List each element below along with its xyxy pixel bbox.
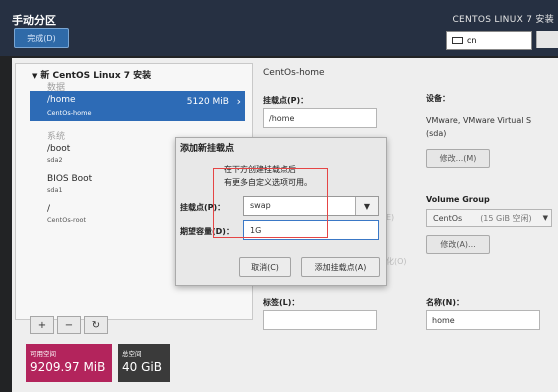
mount-device: sda1 — [47, 186, 63, 194]
dialog-title: 添加新挂载点 — [180, 144, 235, 154]
name-label: 名称(N)： — [426, 298, 465, 307]
mount-device: CentOs-home — [47, 109, 92, 117]
mount-point-field[interactable]: /home — [263, 108, 377, 128]
device-description: VMware, VMware Virtual S (sda) — [426, 114, 531, 140]
name-field[interactable]: home — [426, 310, 540, 330]
cancel-button[interactable]: 取消(C) — [239, 257, 291, 277]
list-item-boot[interactable]: /boot sda2 — [47, 144, 70, 164]
available-space-value: 9209.97 MiB — [30, 360, 106, 374]
mount-device: CentOs-root — [47, 216, 87, 224]
details-title: CentOs-home — [263, 68, 325, 78]
device-label: 设备： — [426, 94, 450, 103]
mount-name: /boot — [47, 144, 71, 154]
remove-mount-button[interactable]: − — [57, 316, 81, 334]
annotation-highlight-box — [213, 168, 328, 238]
volume-group-free: (15 GiB 空闲) — [480, 213, 532, 223]
device-desc-line-2: (sda) — [426, 129, 447, 138]
mount-name: BIOS Boot — [47, 174, 93, 184]
add-mount-point-button[interactable]: 添加挂载点(A) — [301, 257, 380, 277]
modify-device-button[interactable]: 修改...(M) — [426, 149, 490, 168]
mount-device: sda2 — [47, 156, 63, 164]
obscured-checkbox-label: 化(O) — [386, 257, 407, 266]
available-space-box: 可用空间 9209.97 MiB — [26, 344, 112, 382]
available-space-label: 可用空间 — [30, 350, 56, 358]
mount-size: 5120 MiB — [186, 97, 229, 107]
list-item-bios-boot[interactable]: BIOS Boot sda1 — [47, 174, 92, 194]
list-item-home[interactable]: /home CentOs-home 5120 MiB › — [30, 91, 245, 121]
volume-group-name: CentOs — [433, 213, 463, 223]
modify-volume-group-button[interactable]: 修改(A)... — [426, 235, 490, 254]
chevron-right-icon: › — [236, 95, 241, 108]
section-system-label: 系统 — [47, 132, 66, 142]
keyboard-layout-label: cn — [467, 36, 477, 45]
list-toolbar: + − ↻ — [30, 316, 111, 334]
total-space-box: 总空间 40 GiB — [118, 344, 170, 382]
volume-group-select[interactable]: CentOs (15 GiB 空闲) ▼ — [426, 209, 552, 227]
header-bar: 手动分区 完成(D) CENTOS LINUX 7 安装 cn — [0, 0, 558, 56]
list-item-root[interactable]: / CentOs-root — [47, 204, 86, 224]
tag-label: 标签(L)： — [263, 298, 300, 307]
total-space-value: 40 GiB — [122, 360, 162, 374]
volume-group-label: Volume Group — [426, 195, 490, 204]
product-title: CENTOS LINUX 7 安装 — [452, 15, 554, 25]
help-button[interactable] — [536, 31, 558, 48]
tag-field[interactable] — [263, 310, 377, 330]
add-mount-button[interactable]: + — [30, 316, 54, 334]
chevron-down-icon: ▼ — [542, 214, 548, 222]
mount-point-label: 挂载点(P)： — [263, 96, 309, 105]
keyboard-layout-indicator[interactable]: cn — [446, 31, 532, 50]
mount-name: / — [47, 204, 51, 214]
chevron-down-icon[interactable]: ▼ — [355, 197, 378, 215]
total-space-label: 总空间 — [122, 350, 142, 358]
done-button[interactable]: 完成(D) — [14, 28, 69, 48]
expand-arrow-icon: ▼ — [32, 72, 38, 80]
device-desc-line-1: VMware, VMware Virtual S — [426, 116, 532, 125]
page-title: 手动分区 — [12, 14, 56, 27]
obscured-field-label: E) — [386, 213, 395, 222]
mount-name: /home — [47, 95, 76, 105]
keyboard-icon — [452, 37, 463, 44]
refresh-button[interactable]: ↻ — [84, 316, 108, 334]
